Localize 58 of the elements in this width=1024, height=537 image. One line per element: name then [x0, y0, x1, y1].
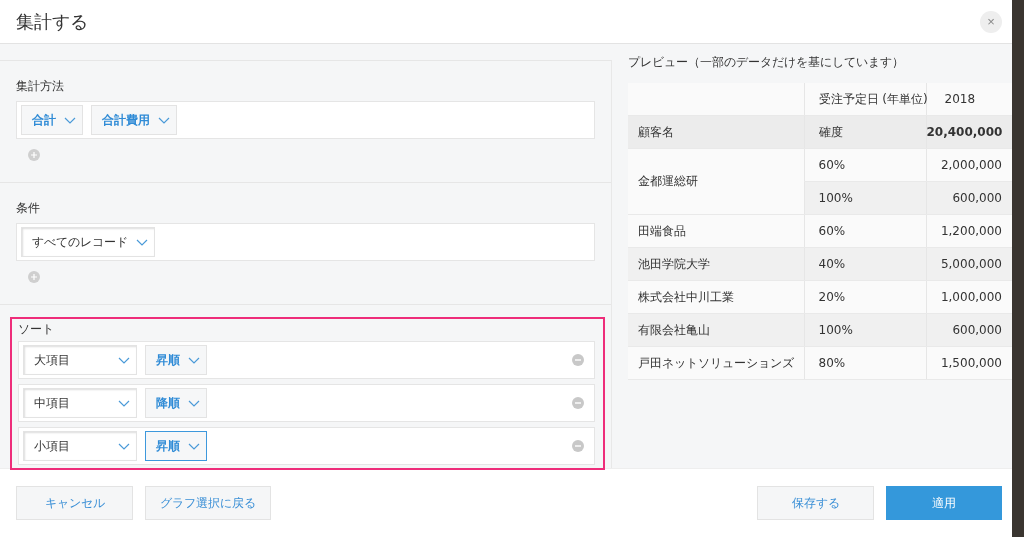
table-cell-text: 戸田ネットソリューションズ: [638, 354, 795, 372]
table-cell-text: 1,000,000: [939, 290, 1002, 304]
table-cell-text: 40%: [818, 257, 847, 271]
table-header: 確度: [818, 123, 844, 141]
dialog-title: 集計する: [16, 9, 88, 34]
table-header: 2018: [944, 92, 977, 106]
section-label: 条件: [16, 201, 41, 215]
section-label: 集計方法: [16, 79, 65, 93]
table-cell-text: 田端食品: [638, 222, 687, 240]
save-button[interactable]: 保存する: [757, 486, 874, 520]
table-cell-text: 2,000,000: [939, 158, 1002, 172]
table-cell-text: 60%: [818, 224, 847, 238]
chevron-down-icon: [118, 356, 130, 364]
table-cell-text: 池田学院大学: [638, 255, 711, 273]
table-cell-text: 1,500,000: [939, 356, 1002, 370]
dropdown[interactable]: 合計費用: [91, 105, 177, 135]
chevron-down-icon: [158, 116, 170, 124]
apply-button[interactable]: 適用: [886, 486, 1002, 520]
chevron-down-icon: [188, 356, 200, 364]
chevron-down-icon: [188, 399, 200, 407]
dropdown[interactable]: 中項目: [23, 388, 137, 418]
table-header: 顧客名: [638, 123, 675, 141]
remove-icon[interactable]: [572, 354, 584, 366]
table-cell-text: 1,200,000: [939, 224, 1002, 238]
chevron-down-icon: [118, 399, 130, 407]
table-cell-text: 有限会社亀山: [638, 321, 711, 339]
footer-button[interactable]: キャンセル: [16, 486, 133, 520]
chevron-down-icon: [188, 442, 200, 450]
remove-icon[interactable]: [572, 397, 584, 409]
table-cell-text: 20%: [818, 290, 847, 304]
table-cell-text: 株式会社中川工業: [638, 288, 735, 306]
table-cell-text: 金都運総研: [638, 173, 699, 190]
section-label: ソート: [18, 322, 55, 336]
dropdown[interactable]: 大項目: [23, 345, 137, 375]
table-cell-text: 600,000: [951, 191, 1002, 205]
table-cell-text: 80%: [818, 356, 847, 370]
table-cell-text: 600,000: [951, 323, 1002, 337]
total-value: 20,400,000: [926, 125, 1002, 139]
table-cell-text: 100%: [818, 323, 854, 337]
add-icon[interactable]: [28, 149, 40, 161]
remove-icon[interactable]: [572, 440, 584, 452]
dropdown[interactable]: 降順: [145, 388, 207, 418]
dropdown[interactable]: 昇順: [145, 345, 207, 375]
table-cell-text: 100%: [818, 191, 854, 205]
footer-button[interactable]: グラフ選択に戻る: [145, 486, 271, 520]
preview-title: プレビュー（一部のデータだけを基にしています）: [628, 54, 905, 71]
chevron-down-icon: [118, 442, 130, 450]
add-icon[interactable]: [28, 271, 40, 283]
dropdown[interactable]: 合計: [21, 105, 83, 135]
chevron-down-icon: [64, 116, 76, 124]
dropdown[interactable]: すべてのレコード: [21, 227, 155, 257]
dropdown[interactable]: 小項目: [23, 431, 137, 461]
table-cell-text: 60%: [818, 158, 847, 172]
table-cell-text: 5,000,000: [939, 257, 1002, 271]
close-button[interactable]: ×: [980, 10, 1002, 33]
dropdown[interactable]: 昇順: [145, 431, 207, 461]
table-header: 受注予定日 (年単位): [818, 90, 926, 108]
chevron-down-icon: [136, 238, 148, 246]
